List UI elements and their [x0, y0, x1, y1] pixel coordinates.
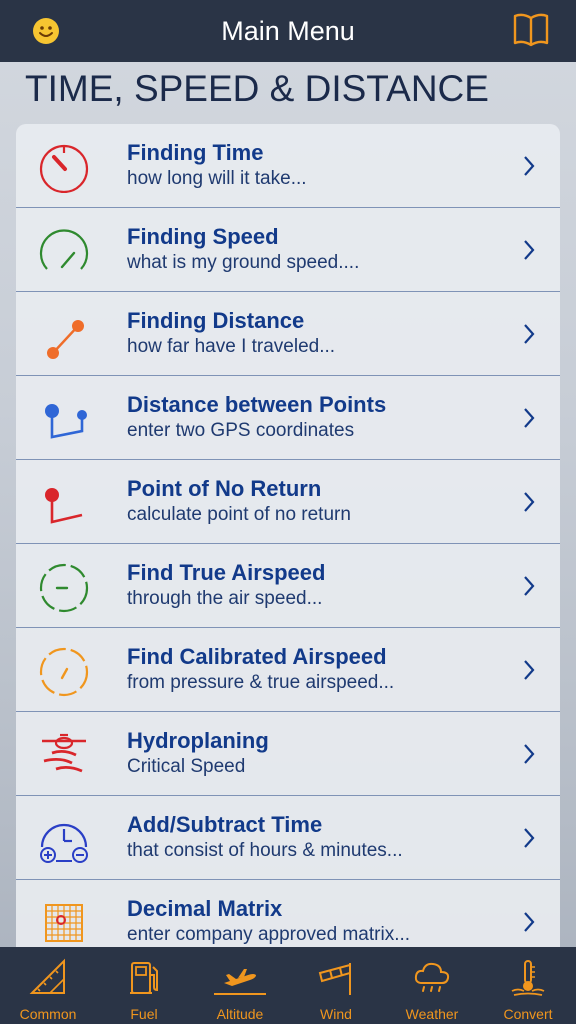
selected-underline [214, 993, 266, 995]
temperature-icon [511, 960, 545, 996]
menu-item-finding-distance[interactable]: Finding Distance how far have I traveled… [16, 292, 560, 376]
menu-item-decimal-matrix[interactable]: Decimal Matrix enter company approved ma… [16, 880, 560, 947]
menu-list: Finding Time how long will it take... Fi… [16, 124, 560, 947]
clock-add-subtract-icon [40, 823, 88, 863]
menu-item-title: Decimal Matrix [127, 896, 283, 921]
menu-item-subtitle: through the air speed... [127, 588, 323, 609]
menu-item-subtitle: calculate point of no return [127, 504, 351, 525]
chevron-right-icon [524, 912, 535, 932]
menu-item-distance-between-points[interactable]: Distance between Points enter two GPS co… [16, 376, 560, 460]
menu-item-subtitle: what is my ground speed.... [127, 252, 360, 273]
chevron-right-icon [524, 240, 535, 260]
hydroplaning-icon [42, 733, 86, 773]
menu-item-subtitle: enter two GPS coordinates [127, 420, 355, 441]
no-return-icon [45, 488, 83, 524]
menu-item-title: Point of No Return [127, 476, 322, 501]
true-airspeed-icon [39, 563, 89, 613]
tab-label: Common [19, 1006, 77, 1022]
menu-item-subtitle: how long will it take... [127, 168, 307, 189]
gps-points-icon [45, 404, 87, 439]
tab-weather[interactable]: Weather [384, 947, 480, 1024]
section-title: TIME, SPEED & DISTANCE [25, 68, 489, 109]
chevron-right-icon [524, 324, 535, 344]
menu-item-title: Finding Speed [127, 224, 279, 249]
chevron-right-icon [524, 660, 535, 680]
menu-item-finding-time[interactable]: Finding Time how long will it take... [16, 124, 560, 208]
tab-label: Altitude [216, 1006, 264, 1022]
chevron-right-icon [524, 576, 535, 596]
tab-label: Fuel [130, 1006, 158, 1022]
book-icon[interactable] [512, 12, 550, 48]
tab-wind[interactable]: Wind [288, 947, 384, 1024]
chevron-right-icon [524, 744, 535, 764]
tab-altitude[interactable]: Altitude [192, 947, 288, 1024]
windsock-icon [318, 963, 351, 995]
menu-item-subtitle: enter company approved matrix... [127, 924, 411, 945]
airplane-takeoff-icon [224, 969, 256, 986]
menu-item-title: Finding Time [127, 140, 264, 165]
ruler-triangle-icon [29, 958, 65, 994]
tab-label: Wind [320, 1006, 352, 1022]
menu-item-subtitle: how far have I traveled... [127, 336, 336, 357]
tab-bar: Common Fuel Altitude Wind Weather Conver… [0, 947, 576, 1024]
menu-item-title: Find Calibrated Airspeed [127, 644, 387, 669]
tab-fuel[interactable]: Fuel [96, 947, 192, 1024]
stopwatch-icon [39, 144, 89, 193]
calibrated-airspeed-icon [39, 647, 89, 697]
chevron-right-icon [524, 156, 535, 176]
rain-cloud-icon [414, 962, 450, 992]
chevron-right-icon [524, 408, 535, 428]
tab-common[interactable]: Common [0, 947, 96, 1024]
menu-item-title: Finding Distance [127, 308, 305, 333]
menu-item-title: Find True Airspeed [127, 560, 326, 585]
tab-label: Convert [503, 1006, 553, 1022]
tab-convert[interactable]: Convert [480, 947, 576, 1024]
speedometer-icon [39, 229, 89, 270]
menu-item-hydroplaning[interactable]: Hydroplaning Critical Speed [16, 712, 560, 796]
menu-item-subtitle: that consist of hours & minutes... [127, 840, 403, 861]
menu-item-find-calibrated-airspeed[interactable]: Find Calibrated Airspeed from pressure &… [16, 628, 560, 712]
smiley-icon[interactable] [32, 17, 60, 45]
page-title: Main Menu [221, 15, 355, 46]
menu-item-subtitle: Critical Speed [127, 756, 246, 777]
menu-item-add-subtract-time[interactable]: Add/Subtract Time that consist of hours … [16, 796, 560, 880]
fuel-pump-icon [130, 962, 158, 994]
nav-bar: Main Menu [0, 0, 576, 62]
menu-item-finding-speed[interactable]: Finding Speed what is my ground speed...… [16, 208, 560, 292]
menu-item-title: Add/Subtract Time [127, 812, 323, 837]
menu-item-title: Distance between Points [127, 392, 387, 417]
menu-item-find-true-airspeed[interactable]: Find True Airspeed through the air speed… [16, 544, 560, 628]
distance-icon [47, 320, 84, 359]
tab-label: Weather [405, 1006, 459, 1022]
chevron-right-icon [524, 492, 535, 512]
menu-item-subtitle: from pressure & true airspeed... [127, 672, 395, 693]
matrix-grid-icon [45, 904, 83, 942]
menu-item-title: Hydroplaning [127, 728, 269, 753]
menu-item-point-of-no-return[interactable]: Point of No Return calculate point of no… [16, 460, 560, 544]
chevron-right-icon [524, 828, 535, 848]
